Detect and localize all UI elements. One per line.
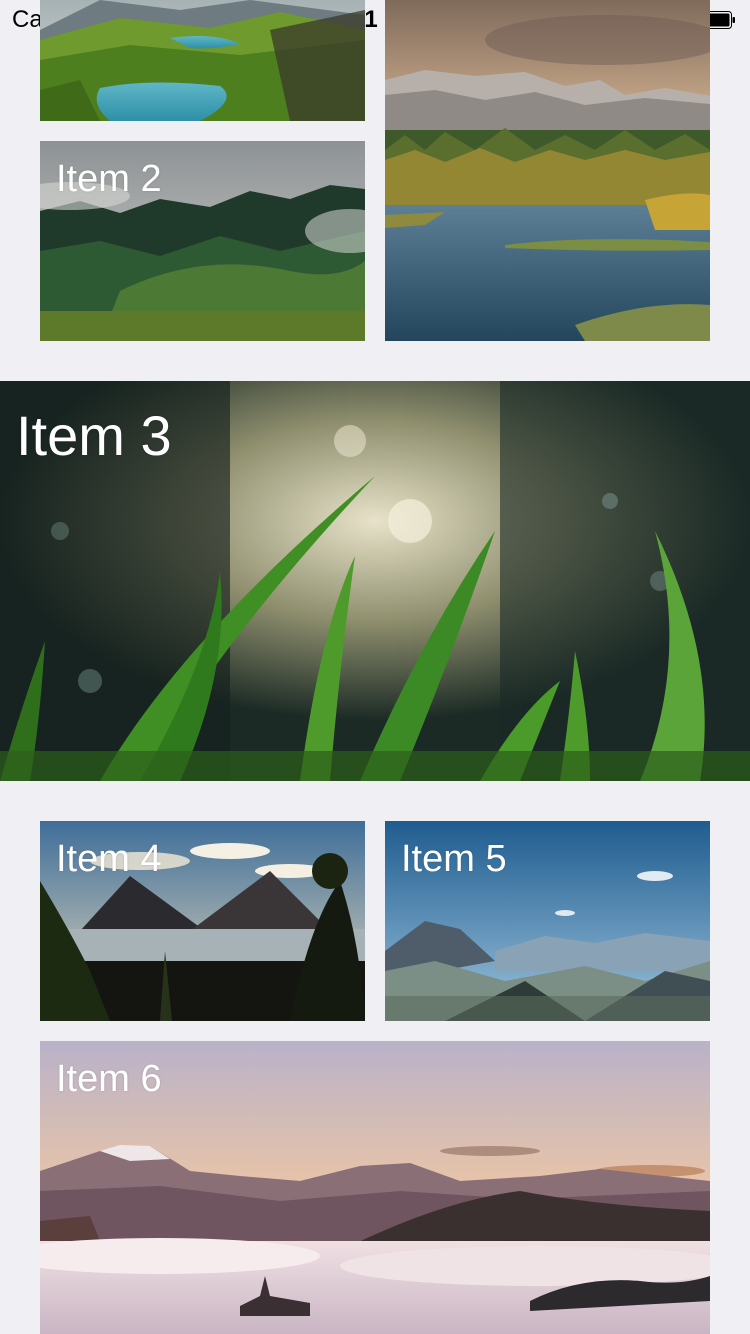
- image-tile-alpine-lake[interactable]: [40, 0, 365, 121]
- image-tile-item-6[interactable]: Item 6: [40, 1041, 710, 1334]
- mountain-lake-image: [385, 0, 710, 341]
- item-label: Item 2: [56, 158, 162, 200]
- image-tile-item-4[interactable]: Item 4: [40, 821, 365, 1021]
- item-label: Item 3: [16, 404, 172, 467]
- item-label: Item 5: [401, 838, 507, 880]
- item-label: Item 6: [56, 1058, 162, 1100]
- image-tile-item-3[interactable]: Item 3: [0, 381, 750, 781]
- item-label: Item 4: [56, 838, 162, 880]
- image-tile-item-2[interactable]: Item 2: [40, 141, 365, 341]
- alpine-lake-image: [40, 0, 365, 121]
- image-tile-mountain-lake[interactable]: [385, 0, 710, 341]
- image-tile-item-5[interactable]: Item 5: [385, 821, 710, 1021]
